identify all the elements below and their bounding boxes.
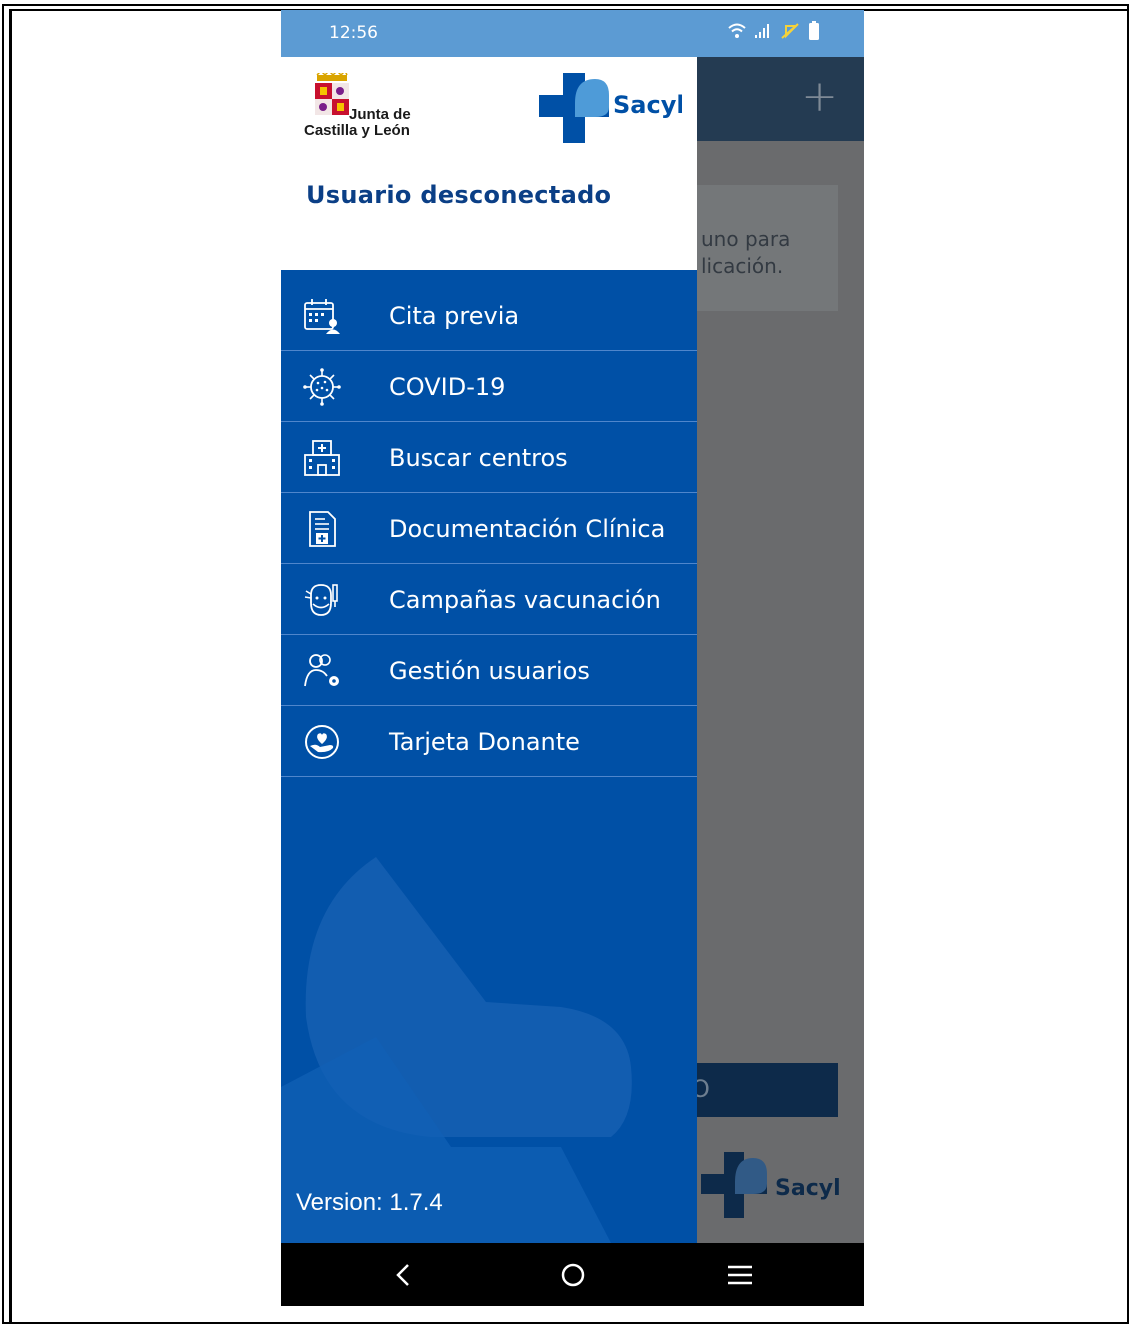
background-sacyl-logo-text: Sacyl — [775, 1176, 841, 1201]
status-icons — [728, 21, 820, 41]
donor-heart-icon — [305, 725, 339, 759]
junta-logo-text-line1: Junta de — [349, 106, 411, 123]
status-bar: 12:56 — [281, 10, 864, 57]
app-version: Version: 1.7.4 — [296, 1189, 443, 1216]
back-icon[interactable] — [383, 1255, 423, 1295]
users-settings-icon — [304, 654, 339, 687]
recent-apps-icon[interactable] — [720, 1255, 760, 1295]
virus-icon — [303, 368, 341, 406]
vaccination-face-icon — [304, 584, 338, 616]
menu-item-label: Buscar centros — [389, 444, 568, 472]
menu-item-gestion-usuarios[interactable]: Gestión usuarios — [281, 635, 697, 706]
battery-icon — [809, 21, 819, 40]
menu-item-documentacion-clinica[interactable]: Documentación Clínica — [281, 493, 697, 564]
calendar-user-icon — [304, 299, 340, 334]
drawer-menu: Cita previa COVID-19 Buscar centros Docu… — [281, 280, 697, 777]
menu-item-tarjeta-donante[interactable]: Tarjeta Donante — [281, 706, 697, 777]
junta-logo-text-line2: Castilla y León — [304, 122, 410, 139]
menu-item-campanas-vacunacion[interactable]: Campañas vacunación — [281, 564, 697, 635]
status-time: 12:56 — [329, 23, 378, 43]
drawer-watermark-logo — [281, 857, 632, 1243]
menu-item-label: Documentación Clínica — [389, 515, 666, 543]
menu-item-label: Campañas vacunación — [389, 586, 661, 614]
menu-item-label: Gestión usuarios — [389, 657, 590, 685]
phone-screen: 12:56 + uno para licación. O Sacyl Junta… — [281, 10, 864, 1306]
menu-item-label: Cita previa — [389, 302, 520, 330]
menu-item-buscar-centros[interactable]: Buscar centros — [281, 422, 697, 493]
user-status: Usuario desconectado — [306, 181, 612, 209]
hospital-icon — [304, 440, 340, 476]
menu-item-label: COVID-19 — [389, 373, 506, 401]
home-icon[interactable] — [553, 1255, 593, 1295]
background-info-text: uno para licación. — [701, 227, 791, 278]
drawer-header: Junta de Castilla y León Sacyl Usuario d… — [281, 57, 697, 270]
background-sacyl-logo: Sacyl — [701, 1152, 841, 1218]
medical-document-icon — [309, 511, 336, 547]
wifi-icon — [728, 23, 746, 38]
menu-item-cita-previa[interactable]: Cita previa — [281, 280, 697, 351]
menu-item-label: Tarjeta Donante — [389, 728, 580, 756]
junta-logo-text: Junta de Castilla y León — [304, 107, 411, 139]
add-icon[interactable]: + — [801, 71, 838, 122]
sacyl-logo: Sacyl — [539, 73, 682, 143]
navigation-drawer: Junta de Castilla y León Sacyl Usuario d… — [281, 57, 697, 1243]
data-saver-icon — [781, 23, 799, 39]
signal-icon — [755, 24, 769, 38]
menu-item-covid-19[interactable]: COVID-19 — [281, 351, 697, 422]
system-navigation-bar — [281, 1243, 864, 1306]
sacyl-logo-text: Sacyl — [613, 91, 682, 119]
